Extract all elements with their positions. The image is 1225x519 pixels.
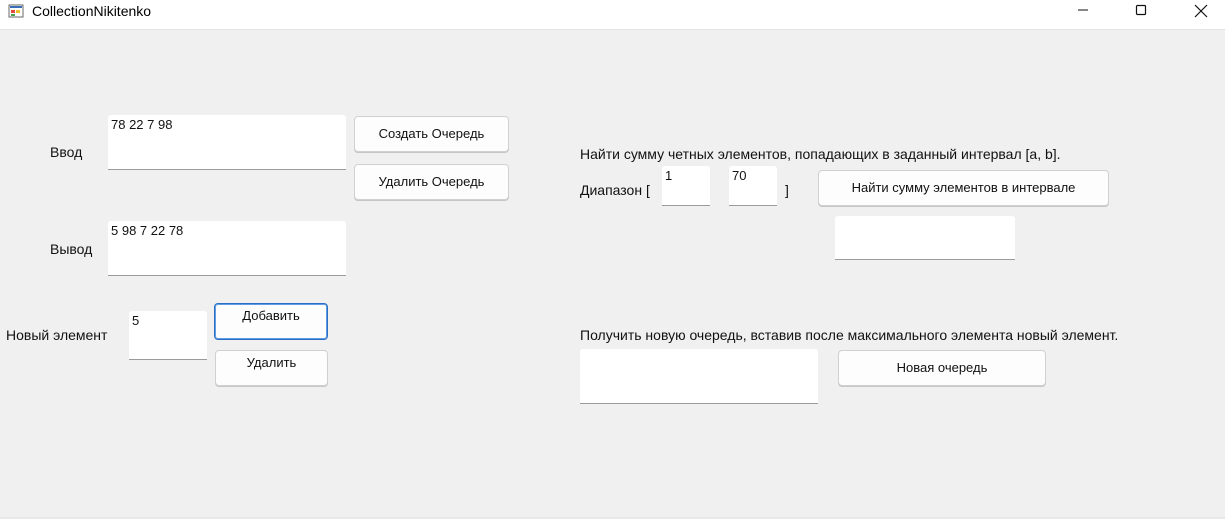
find-sum-button[interactable]: Найти сумму элементов в интервале bbox=[818, 170, 1109, 206]
sum-result-field[interactable] bbox=[835, 216, 1015, 260]
range-b-field[interactable]: 70 bbox=[729, 166, 777, 206]
range-a-field[interactable]: 1 bbox=[662, 166, 710, 206]
create-queue-button[interactable]: Создать Очередь bbox=[354, 116, 509, 152]
input-label: Ввод bbox=[50, 144, 83, 160]
task2-description: Получить новую очередь, вставив после ма… bbox=[580, 327, 1119, 343]
input-textbox[interactable]: 78 22 7 98 bbox=[108, 115, 346, 170]
new-element-label: Новый элемент bbox=[6, 327, 108, 343]
close-icon[interactable] bbox=[1177, 0, 1223, 29]
add-button[interactable]: Добавить bbox=[214, 303, 328, 340]
new-queue-result-field[interactable] bbox=[580, 349, 818, 404]
range-close-bracket: ] bbox=[785, 182, 789, 198]
task1-description: Найти сумму четных элементов, попадающих… bbox=[580, 146, 1061, 162]
app-icon bbox=[8, 3, 24, 19]
title-bar: CollectionNikitenko bbox=[0, 0, 1225, 30]
new-element-field[interactable]: 5 bbox=[129, 311, 207, 360]
new-queue-button[interactable]: Новая очередь bbox=[838, 350, 1046, 386]
maximize-icon[interactable] bbox=[1118, 0, 1164, 29]
minimize-icon[interactable] bbox=[1060, 0, 1106, 29]
window-title: CollectionNikitenko bbox=[32, 3, 152, 19]
remove-button[interactable]: Удалить bbox=[215, 350, 328, 386]
range-label: Диапазон [ bbox=[580, 182, 650, 198]
delete-queue-button[interactable]: Удалить Очередь bbox=[354, 164, 509, 200]
output-textbox[interactable]: 5 98 7 22 78 bbox=[108, 221, 346, 276]
output-label: Вывод bbox=[50, 241, 93, 257]
